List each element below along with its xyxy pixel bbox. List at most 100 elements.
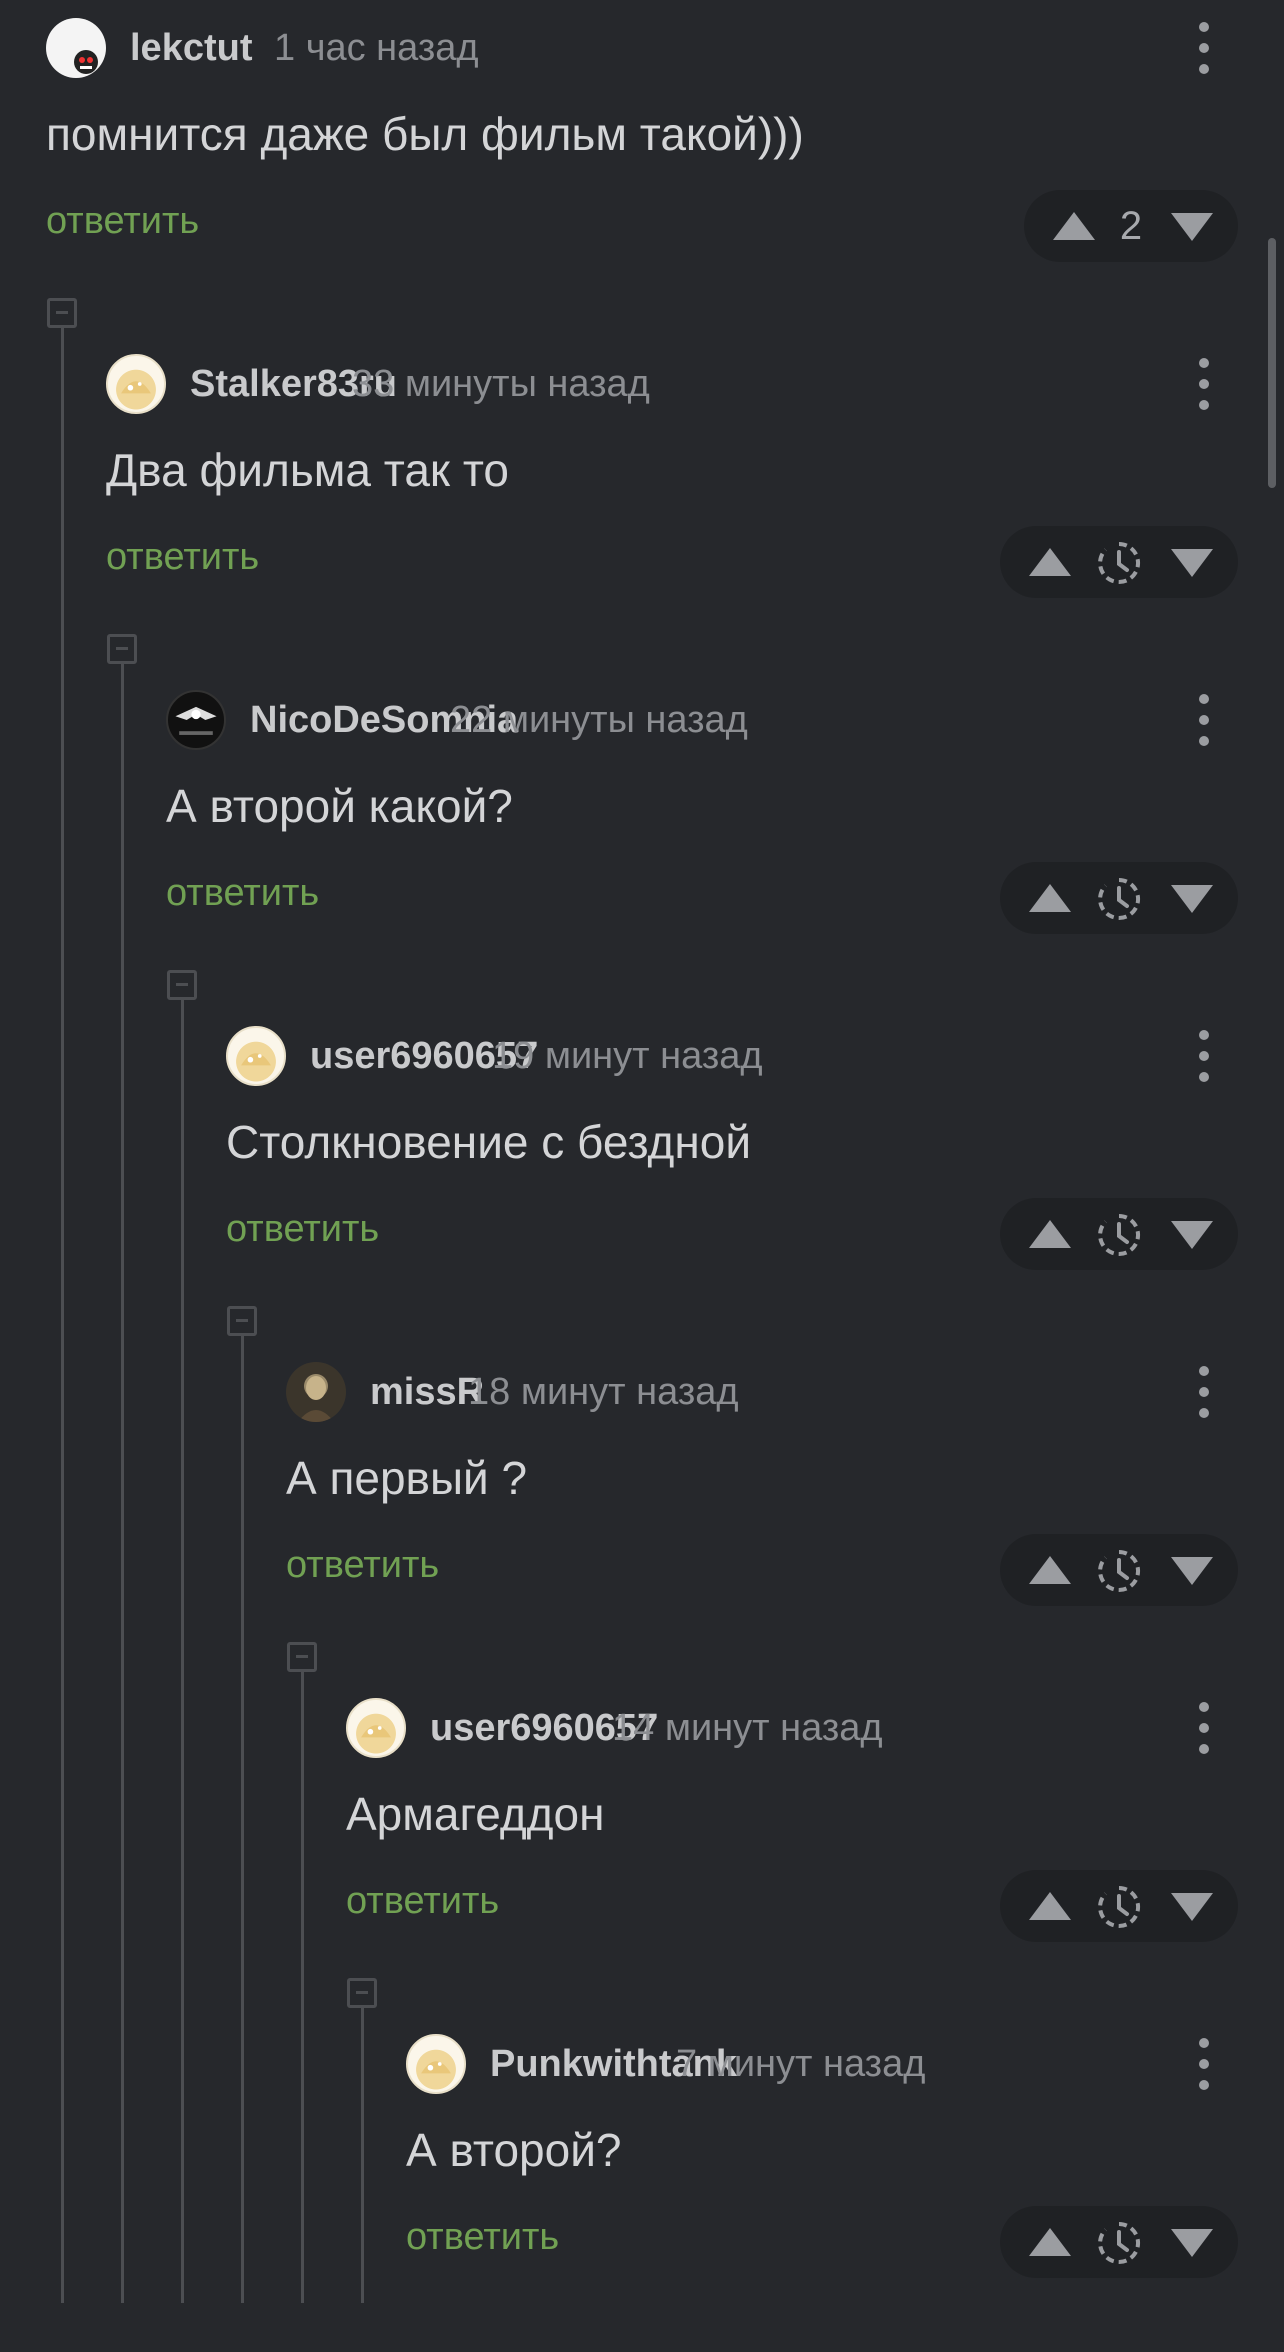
vote-box	[1000, 2206, 1238, 2278]
comment-text: Столкновение с бездной	[226, 1116, 752, 1168]
upvote-icon[interactable]	[1012, 1198, 1084, 1270]
upvote-icon[interactable]	[1012, 862, 1084, 934]
clock-icon	[1098, 1885, 1141, 1928]
more-dot	[1199, 358, 1209, 368]
clock-icon	[1098, 877, 1141, 920]
vote-box	[1000, 1198, 1238, 1270]
comment: lekctut 1 час назад помнится даже был филь…	[0, 0, 1284, 336]
downvote-icon[interactable]	[1154, 1198, 1226, 1270]
more-dot	[1199, 694, 1209, 704]
downvote-icon[interactable]	[1154, 1534, 1226, 1606]
downvote-icon[interactable]	[1154, 2206, 1226, 2278]
reply-link[interactable]: ответить	[286, 1542, 439, 1588]
more-dot	[1199, 379, 1209, 389]
more-dot	[1199, 1723, 1209, 1733]
reply-link[interactable]: ответить	[346, 1878, 499, 1924]
upvote-icon[interactable]	[1012, 1534, 1084, 1606]
downvote-icon[interactable]	[1154, 862, 1226, 934]
comment-author[interactable]: lekctut	[130, 24, 252, 72]
more-dot	[1199, 2080, 1209, 2090]
more-dot	[1199, 715, 1209, 725]
more-dot	[1199, 43, 1209, 53]
clock-icon	[1098, 2221, 1141, 2264]
comment-time: 7 минут назад	[676, 2043, 926, 2085]
avatar[interactable]	[226, 1026, 286, 1086]
comment-time: 19 минут назад	[492, 1035, 763, 1077]
upvote-icon[interactable]	[1012, 526, 1084, 598]
reply-link[interactable]: ответить	[46, 198, 199, 244]
comment: Punkwithtank 7 минут назад А второй? ответи…	[0, 2016, 1284, 2352]
collapse-toggle[interactable]	[167, 970, 197, 1000]
avatar[interactable]	[46, 18, 106, 78]
scrollbar[interactable]	[1268, 238, 1276, 488]
comment-time: 18 минут назад	[468, 1371, 739, 1413]
more-dot	[1199, 1366, 1209, 1376]
more-dot	[1199, 1702, 1209, 1712]
more-dot	[1199, 1030, 1209, 1040]
reply-link[interactable]: ответить	[406, 2214, 559, 2260]
more-dot	[1199, 400, 1209, 410]
collapse-toggle[interactable]	[227, 1306, 257, 1336]
avatar[interactable]	[286, 1362, 346, 1422]
avatar[interactable]	[346, 1698, 406, 1758]
avatar[interactable]	[106, 354, 166, 414]
comment-text: Два фильма так то	[106, 444, 509, 496]
comment-time: 33 минуты назад	[352, 363, 650, 405]
comment: Stalker83ru 33 минуты назад Два фильма так…	[0, 336, 1284, 672]
comment: missR 18 минут назад А первый ? ответить	[0, 1344, 1284, 1680]
comment-time: 14 минут назад	[612, 1707, 883, 1749]
comment-text: Армагеддон	[346, 1788, 605, 1840]
collapse-toggle[interactable]	[347, 1978, 377, 2008]
comment-text: А второй какой?	[166, 780, 513, 832]
downvote-icon[interactable]	[1154, 1870, 1226, 1942]
more-dot	[1199, 1072, 1209, 1082]
comment: NicoDeSomnia 22 минуты назад А второй како…	[0, 672, 1284, 1008]
clock-icon	[1098, 1213, 1141, 1256]
more-options-button[interactable]	[1194, 358, 1214, 410]
comment-text: А первый ?	[286, 1452, 528, 1504]
clock-icon	[1098, 1549, 1141, 1592]
more-dot	[1199, 736, 1209, 746]
comment: user6960657 14 минут назад Армагеддон ответ…	[0, 1680, 1284, 2016]
reply-link[interactable]: ответить	[106, 534, 259, 580]
more-dot	[1199, 2059, 1209, 2069]
avatar[interactable]	[166, 690, 226, 750]
downvote-icon[interactable]	[1154, 190, 1226, 262]
collapse-toggle[interactable]	[287, 1642, 317, 1672]
more-options-button[interactable]	[1194, 1366, 1214, 1418]
vote-box	[1000, 862, 1238, 934]
more-dot	[1199, 1051, 1209, 1061]
more-dot	[1199, 1408, 1209, 1418]
avatar[interactable]	[406, 2034, 466, 2094]
comment-text: А второй?	[406, 2124, 622, 2176]
more-options-button[interactable]	[1194, 1030, 1214, 1082]
upvote-icon[interactable]	[1012, 2206, 1084, 2278]
upvote-icon[interactable]	[1012, 1870, 1084, 1942]
more-dot	[1199, 64, 1209, 74]
comment-author[interactable]: missR	[370, 1368, 484, 1416]
more-dot	[1199, 1744, 1209, 1754]
thread-line	[361, 2008, 364, 2303]
vote-box: 2	[1024, 190, 1238, 262]
vote-box	[1000, 526, 1238, 598]
vote-box	[1000, 1534, 1238, 1606]
more-dot	[1199, 1387, 1209, 1397]
reply-link[interactable]: ответить	[166, 870, 319, 916]
comment-text: помнится даже был фильм такой)))	[46, 108, 804, 160]
comment-thread: lekctut 1 час назад помнится даже был филь…	[0, 0, 1284, 2303]
more-options-button[interactable]	[1194, 22, 1214, 74]
comment-time: 22 минуты назад	[450, 699, 748, 741]
vote-box	[1000, 1870, 1238, 1942]
comment: user6960657 19 минут назад Столкновение с …	[0, 1008, 1284, 1344]
downvote-icon[interactable]	[1154, 526, 1226, 598]
more-dot	[1199, 22, 1209, 32]
more-options-button[interactable]	[1194, 1702, 1214, 1754]
more-options-button[interactable]	[1194, 694, 1214, 746]
clock-icon	[1098, 541, 1141, 584]
collapse-toggle[interactable]	[107, 634, 137, 664]
reply-link[interactable]: ответить	[226, 1206, 379, 1252]
collapse-toggle[interactable]	[47, 298, 77, 328]
comment-time: 1 час назад	[274, 27, 479, 69]
more-dot	[1199, 2038, 1209, 2048]
more-options-button[interactable]	[1194, 2038, 1214, 2090]
